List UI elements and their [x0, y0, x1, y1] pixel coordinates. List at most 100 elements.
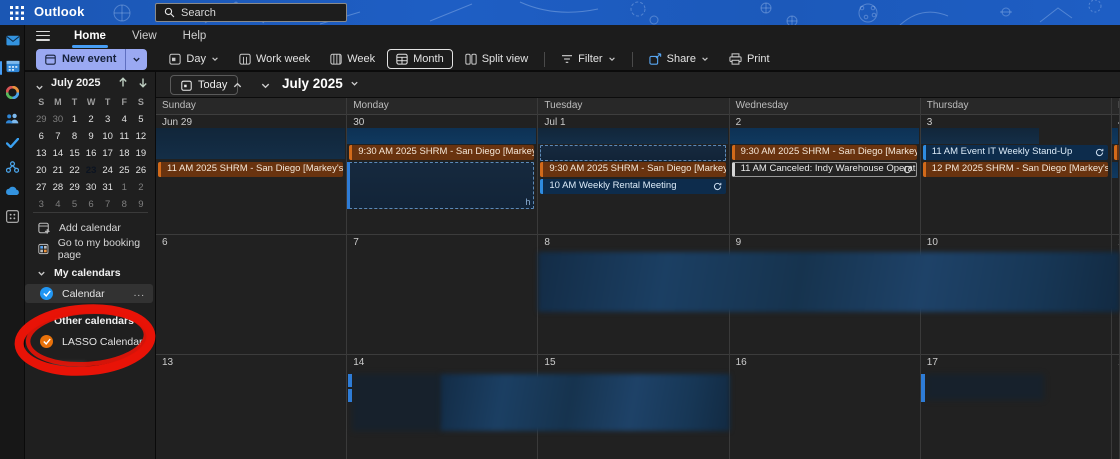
- calendar-cell[interactable]: 7: [347, 235, 539, 355]
- booking-page-link[interactable]: Go to my booking page: [25, 237, 155, 261]
- blurred-event-region[interactable]: [352, 374, 440, 431]
- view-split-button[interactable]: Split view: [457, 50, 536, 68]
- calendar-event[interactable]: 11 AM Event IT Weekly Stand-Up: [922, 145, 1108, 160]
- calendar-item-menu[interactable]: ...: [134, 288, 145, 299]
- multiday-bar[interactable]: [538, 128, 728, 144]
- minical-day[interactable]: 29: [66, 179, 83, 196]
- calendar-event[interactable]: 11 AM Canceled: Indy Warehouse Operation…: [731, 162, 917, 177]
- todo-icon[interactable]: [0, 133, 25, 153]
- minical-title[interactable]: July 2025: [51, 77, 101, 89]
- app-launcher-icon[interactable]: [10, 6, 24, 20]
- calendar-event[interactable]: 9:30 AM 2025 SHRM - San Diego [Markey's]: [540, 162, 726, 177]
- calendar-cell[interactable]: Jul 1 9:30 AM 2025 SHRM - San Diego [Mark…: [538, 115, 730, 235]
- prev-month-chevron-icon[interactable]: [232, 78, 243, 96]
- calendar-cell[interactable]: 17: [921, 355, 1112, 459]
- calendar-cell[interactable]: 4: [1112, 115, 1120, 235]
- minical-day[interactable]: 16: [83, 145, 100, 162]
- minical-day[interactable]: 9: [133, 196, 150, 213]
- minical-day[interactable]: 26: [133, 162, 150, 179]
- minical-day[interactable]: 5: [133, 111, 150, 128]
- minical-day[interactable]: 19: [133, 145, 150, 162]
- tab-home[interactable]: Home: [72, 28, 108, 48]
- minical-day[interactable]: 4: [50, 196, 67, 213]
- minical-day[interactable]: 6: [33, 128, 50, 145]
- next-month-chevron-icon[interactable]: [260, 78, 271, 96]
- calendar-event[interactable]: 10 AM Weekly Rental Meeting: [540, 179, 726, 194]
- view-month-button[interactable]: Month: [387, 49, 453, 69]
- minical-day[interactable]: 25: [116, 162, 133, 179]
- minical-day[interactable]: 1: [116, 179, 133, 196]
- redacted-event[interactable]: h: [349, 162, 535, 209]
- minical-day[interactable]: 4: [116, 111, 133, 128]
- minical-day[interactable]: 30: [83, 179, 100, 196]
- calendar-event[interactable]: 9:30 AM 2025 SHRM - San Diego [Markey's]: [349, 145, 535, 160]
- calendar-cell[interactable]: 16: [730, 355, 921, 459]
- tab-view[interactable]: View: [130, 28, 159, 44]
- calendar-cell[interactable]: Jun 29 11 AM 2025 SHRM - San Diego [Marke…: [156, 115, 348, 235]
- calendar-checkbox-icon[interactable]: [40, 287, 53, 300]
- minical-day[interactable]: 8: [66, 128, 83, 145]
- minical-day[interactable]: 24: [99, 162, 116, 179]
- share-button[interactable]: Share: [641, 50, 717, 68]
- minical-day[interactable]: 7: [50, 128, 67, 145]
- minical-day[interactable]: 1: [66, 111, 83, 128]
- calendar-event[interactable]: [1114, 145, 1119, 160]
- minical-day[interactable]: 6: [83, 196, 100, 213]
- new-event-dropdown[interactable]: [126, 49, 147, 70]
- calendar-cell[interactable]: 18: [1112, 355, 1120, 459]
- blurred-event-region[interactable]: [538, 252, 1120, 312]
- view-week-button[interactable]: Week: [322, 50, 383, 68]
- multiday-bar[interactable]: [920, 128, 1039, 144]
- onedrive-icon[interactable]: [0, 181, 25, 201]
- minical-prev-month-icon[interactable]: [118, 77, 128, 91]
- calendar-cell[interactable]: 13: [156, 355, 348, 459]
- minical-day[interactable]: 11: [116, 128, 133, 145]
- sidebar-item-calendar[interactable]: Calendar ...: [25, 284, 153, 303]
- multiday-bar[interactable]: [1112, 128, 1118, 144]
- minical-day[interactable]: 3: [33, 196, 50, 213]
- other-calendars-section[interactable]: Other calendars: [25, 312, 155, 330]
- minical-day[interactable]: 14: [50, 145, 67, 162]
- view-day-button[interactable]: Day: [161, 50, 227, 68]
- add-calendar-link[interactable]: Add calendar: [25, 218, 155, 238]
- calendar-cell[interactable]: 3 11 AM Event IT Weekly Stand-Up 12 PM 202…: [920, 115, 1112, 235]
- lasso-calendar-checkbox-icon[interactable]: [40, 335, 53, 348]
- minical-day[interactable]: 3: [99, 111, 116, 128]
- m365-apps-icon[interactable]: [0, 82, 25, 102]
- multiday-bar[interactable]: [729, 128, 919, 144]
- minical-day[interactable]: 21: [50, 162, 67, 179]
- minical-day[interactable]: 7: [99, 196, 116, 213]
- view-work-week-button[interactable]: Work week: [231, 50, 318, 68]
- org-chart-icon[interactable]: [0, 157, 25, 177]
- minical-day[interactable]: 22: [66, 162, 83, 179]
- multiday-bar[interactable]: [156, 128, 346, 159]
- minical-day[interactable]: 13: [33, 145, 50, 162]
- more-apps-icon[interactable]: [0, 206, 25, 226]
- blurred-event-region[interactable]: [440, 374, 730, 431]
- minical-day[interactable]: 30: [50, 111, 67, 128]
- minical-day[interactable]: 31: [99, 179, 116, 196]
- search-input[interactable]: Search: [155, 3, 347, 22]
- people-icon[interactable]: [0, 108, 25, 128]
- filter-button[interactable]: Filter: [553, 50, 623, 68]
- new-event-button[interactable]: New event: [36, 48, 148, 70]
- calendar-icon[interactable]: [0, 56, 25, 76]
- multiday-bar[interactable]: [1112, 162, 1118, 178]
- redacted-event[interactable]: [540, 145, 726, 161]
- current-month-selector[interactable]: July 2025: [282, 76, 359, 91]
- minical-day[interactable]: 5: [66, 196, 83, 213]
- mail-icon[interactable]: [0, 30, 25, 50]
- minical-day[interactable]: 15: [66, 145, 83, 162]
- my-calendars-section[interactable]: My calendars: [25, 264, 155, 282]
- minical-day[interactable]: 8: [116, 196, 133, 213]
- multiday-bar[interactable]: [347, 128, 537, 144]
- minical-day[interactable]: 9: [83, 128, 100, 145]
- calendar-cell[interactable]: 6: [156, 235, 348, 355]
- menu-toggle-icon[interactable]: [36, 30, 50, 41]
- sidebar-item-lasso-calendar[interactable]: LASSO Calendar: [25, 332, 153, 351]
- minical-day[interactable]: 2: [83, 111, 100, 128]
- blurred-event-region[interactable]: [926, 374, 1044, 400]
- minical-day[interactable]: 29: [33, 111, 50, 128]
- minical-day[interactable]: 2: [133, 179, 150, 196]
- print-button[interactable]: Print: [721, 50, 778, 68]
